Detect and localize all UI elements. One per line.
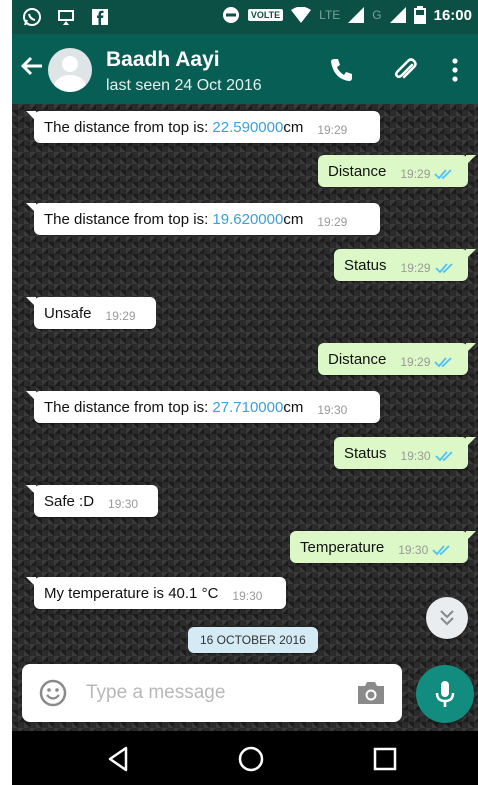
clock: 16:00 (433, 6, 472, 24)
wifi-icon (291, 7, 312, 23)
read-ticks-icon (434, 263, 453, 274)
cast-notification-icon (58, 10, 74, 25)
facebook-notification-icon (92, 9, 108, 25)
message-composer[interactable]: Type a message (22, 664, 402, 722)
scroll-to-bottom-button[interactable] (426, 597, 468, 639)
message-outgoing[interactable]: Distance 19:29 (318, 155, 476, 187)
message-incoming[interactable]: Unsafe 19:29 (26, 297, 156, 329)
message-input[interactable]: Type a message (86, 682, 225, 704)
distance-value: 22.590000 (212, 118, 284, 136)
message-outgoing[interactable]: Status 19:30 (334, 437, 476, 469)
message-incoming[interactable]: Safe :D 19:30 (26, 485, 158, 517)
message-outgoing[interactable]: Status 19:29 (334, 249, 476, 281)
lte-label: LTE (319, 8, 341, 22)
message-time: 19:30 (317, 403, 348, 417)
whatsapp-notification-icon (23, 8, 41, 26)
message-time: 19:29 (400, 355, 431, 369)
volte-badge: VOLTE (247, 9, 284, 21)
phone-icon[interactable] (328, 56, 356, 84)
message-text: Status (344, 256, 387, 274)
system-status: VOLTE LTE G 16:00 (222, 6, 472, 24)
message-time: 19:29 (400, 261, 431, 275)
message-text: The distance from top is: 22.590000cm (44, 118, 304, 136)
emoji-icon[interactable] (38, 678, 68, 708)
message-text: Status (344, 444, 387, 462)
chat-header: Baadh Aayi last seen 24 Oct 2016 (12, 34, 478, 104)
avatar[interactable] (48, 48, 92, 92)
message-time: 19:30 (232, 589, 263, 603)
chevron-double-down-icon (440, 610, 454, 626)
contact-name[interactable]: Baadh Aayi (106, 48, 220, 72)
message-text: Safe :D (44, 492, 95, 510)
mic-icon (435, 681, 455, 707)
message-text: Distance (328, 350, 387, 368)
message-text: The distance from top is: 19.620000cm (44, 210, 304, 228)
camera-icon[interactable] (356, 680, 386, 706)
back-nav-icon[interactable] (104, 744, 134, 774)
more-vert-icon[interactable] (448, 56, 462, 84)
signal-2-icon (389, 7, 406, 23)
paperclip-icon[interactable] (392, 56, 420, 84)
read-ticks-icon (434, 357, 453, 368)
read-ticks-icon (432, 545, 450, 556)
message-incoming[interactable]: The distance from top is: 19.620000cm 19… (26, 203, 380, 235)
mic-button[interactable] (416, 665, 474, 723)
phone-screen: VOLTE LTE G 16:00 Baadh Aayi last seen 2… (12, 0, 478, 785)
message-text: Temperature (300, 538, 385, 556)
message-time: 19:30 (108, 497, 139, 511)
message-outgoing[interactable]: Distance 19:29 (318, 343, 476, 375)
message-text: My temperature is 40.1 °C (44, 584, 219, 602)
home-nav-icon[interactable] (236, 744, 266, 774)
message-incoming[interactable]: The distance from top is: 27.710000cm 19… (26, 391, 380, 423)
message-time: 19:30 (398, 543, 429, 557)
signal-1-icon (348, 7, 365, 23)
message-text: The distance from top is: 27.710000cm (44, 398, 304, 416)
do-not-disturb-icon (222, 7, 239, 23)
message-text: Distance (328, 162, 387, 180)
distance-value: 19.620000 (212, 210, 284, 228)
message-time: 19:29 (317, 123, 348, 137)
message-time: 19:29 (400, 167, 431, 181)
message-text: Unsafe (44, 304, 92, 322)
date-divider: 16 OCTOBER 2016 (188, 627, 318, 653)
read-ticks-icon (434, 451, 453, 462)
status-bar: VOLTE LTE G 16:00 (12, 0, 478, 34)
last-seen-status: last seen 24 Oct 2016 (106, 77, 262, 94)
distance-value: 27.710000 (212, 398, 284, 416)
message-incoming[interactable]: The distance from top is: 22.590000cm 19… (26, 111, 380, 143)
notification-icons (22, 7, 110, 27)
message-list[interactable]: The distance from top is: 22.590000cm 19… (12, 104, 478, 731)
message-outgoing[interactable]: Temperature 19:30 (290, 531, 476, 563)
recents-nav-icon[interactable] (370, 744, 400, 774)
g-label: G (372, 8, 382, 22)
message-time: 19:29 (317, 215, 348, 229)
read-ticks-icon (434, 169, 453, 180)
message-time: 19:30 (400, 449, 431, 463)
message-incoming[interactable]: My temperature is 40.1 °C 19:30 (26, 577, 286, 609)
battery-icon (413, 6, 426, 24)
message-time: 19:29 (105, 309, 136, 323)
navigation-bar (12, 731, 478, 785)
arrow-left-icon[interactable] (18, 52, 46, 80)
